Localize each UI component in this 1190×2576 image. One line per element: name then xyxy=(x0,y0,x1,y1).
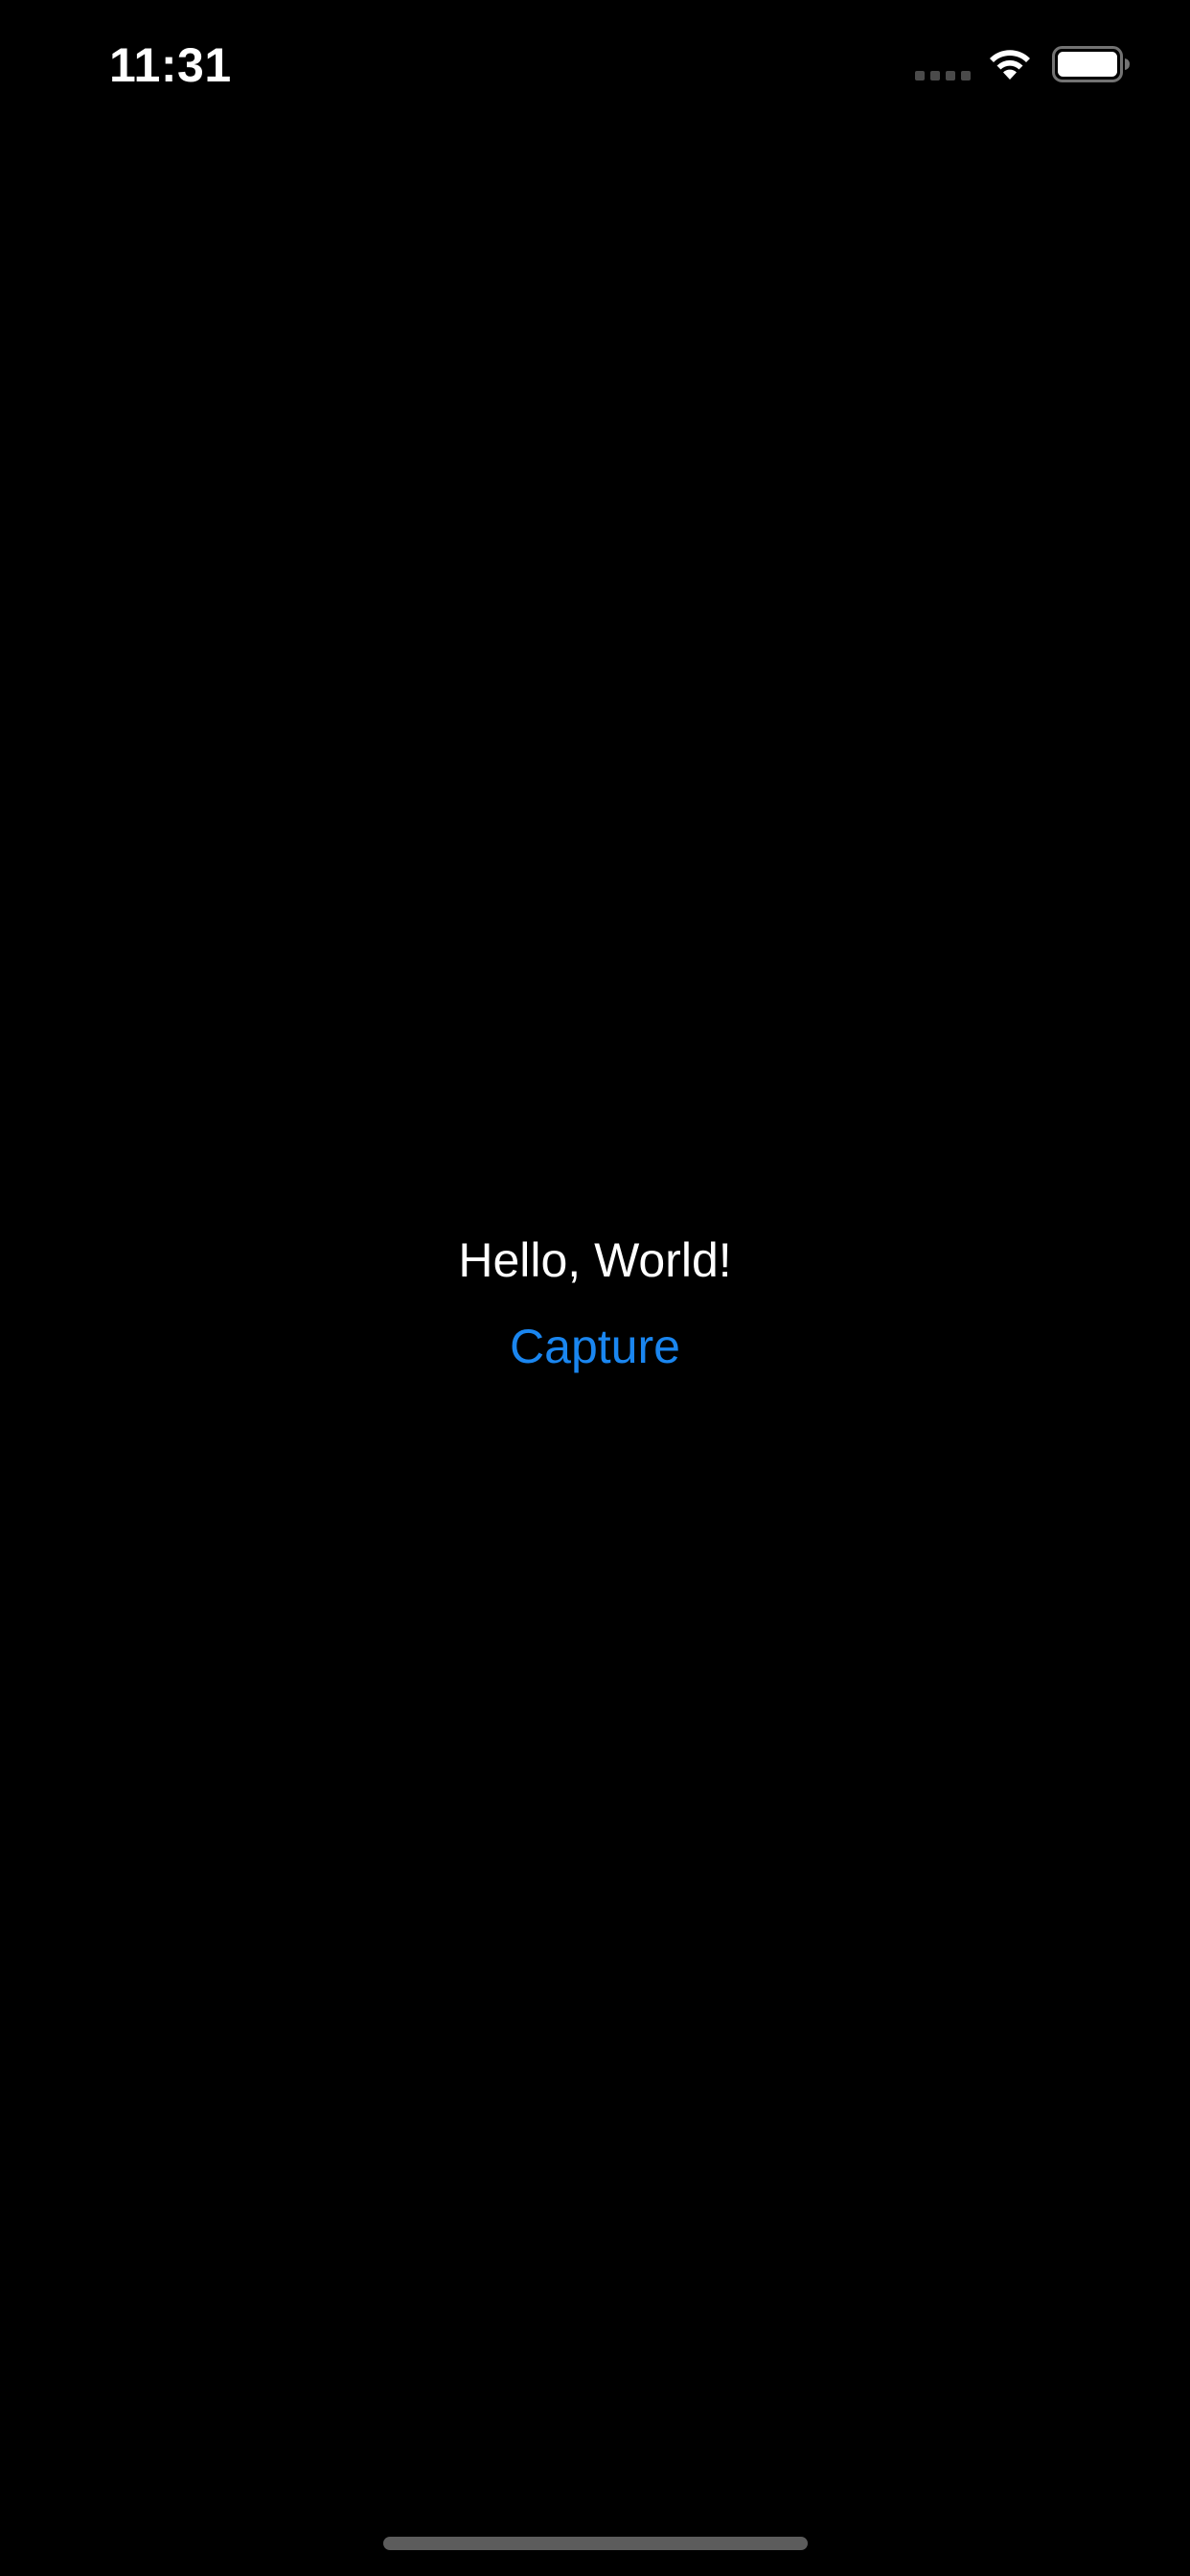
capture-button[interactable]: Capture xyxy=(500,1303,690,1390)
status-bar: 11:31 xyxy=(0,0,1190,134)
content-group: Hello, World! Capture xyxy=(0,1217,1190,1390)
battery-full-icon xyxy=(1052,46,1130,82)
wifi-icon xyxy=(990,50,1030,80)
cellular-signal-icon xyxy=(915,71,971,80)
status-time: 11:31 xyxy=(109,38,232,92)
home-indicator[interactable] xyxy=(383,2537,808,2550)
greeting-text: Hello, World! xyxy=(458,1233,732,1287)
